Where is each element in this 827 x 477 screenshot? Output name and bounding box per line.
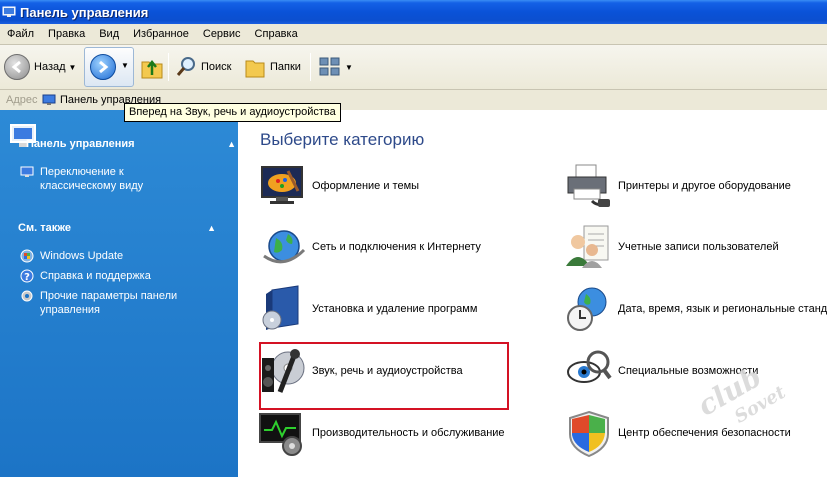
menu-bar: Файл Правка Вид Избранное Сервис Справка <box>0 24 827 45</box>
forward-button[interactable]: ▼ <box>84 47 134 87</box>
folders-icon <box>245 60 265 78</box>
performance-icon <box>259 413 302 456</box>
selection-highlight <box>259 342 509 410</box>
menu-favorites[interactable]: Избранное <box>126 24 196 44</box>
performance-maintenance-label: Производительность и обслуживание <box>312 427 505 439</box>
classic-view-icon <box>20 166 34 177</box>
switch-classic-view-link[interactable]: Переключение к классическому виду <box>20 165 200 193</box>
menu-file[interactable]: Файл <box>0 24 41 44</box>
views-dropdown-icon[interactable]: ▼ <box>345 63 353 72</box>
category-user-accounts[interactable]: Учетные записи пользователей <box>564 220 779 274</box>
folder-up-icon <box>141 59 163 79</box>
appearance-themes-icon <box>261 166 303 204</box>
views-icon <box>319 57 340 76</box>
help-icon: ? <box>20 269 34 283</box>
appearance-themes-label: Оформление и темы <box>312 180 420 192</box>
windows-update-label: Windows Update <box>40 250 124 262</box>
title-bar[interactable]: Панель управления <box>0 0 827 24</box>
svg-text:?: ? <box>24 272 30 283</box>
up-folder-button[interactable] <box>140 49 164 85</box>
back-arrow-icon <box>4 54 30 80</box>
task-pane: Панель управления ▲ Переключение к класс… <box>0 110 238 477</box>
category-network-internet[interactable]: Сеть и подключения к Интернету <box>258 220 481 274</box>
search-button[interactable]: Поиск <box>175 49 231 85</box>
date-time-globe-icon <box>567 287 607 331</box>
accessibility-icon <box>567 350 612 383</box>
control-panel-icon <box>2 6 16 17</box>
search-label: Поиск <box>201 61 232 73</box>
windows-update-link[interactable]: Windows Update <box>20 249 200 263</box>
security-center-label: Центр обеспечения безопасности <box>618 427 791 439</box>
switch-classic-view-label: Переключение к классическому виду <box>40 166 144 192</box>
help-support-label: Справка и поддержка <box>40 270 151 282</box>
back-label: Назад <box>34 61 66 73</box>
software-box-icon <box>262 285 299 330</box>
network-internet-label: Сеть и подключения к Интернету <box>312 241 481 253</box>
control-panel-small-icon <box>42 94 56 105</box>
menu-help[interactable]: Справка <box>248 24 305 44</box>
forward-dropdown-icon[interactable]: ▼ <box>121 61 129 70</box>
date-time-regional-label: Дата, время, язык и региональные стандар… <box>618 303 827 315</box>
collapse-icon[interactable]: ▲ <box>227 139 236 149</box>
windows-update-icon <box>20 249 34 263</box>
page-title: Выберите категорию <box>260 130 425 149</box>
printer-icon <box>567 164 610 207</box>
category-appearance-themes[interactable]: Оформление и темы <box>258 159 419 213</box>
back-dropdown-icon[interactable]: ▼ <box>69 63 77 72</box>
printers-hardware-label: Принтеры и другое оборудование <box>618 180 791 192</box>
views-button[interactable]: ▼ <box>318 49 353 85</box>
menu-edit[interactable]: Правка <box>41 24 92 44</box>
window: Панель управления Файл Правка Вид Избран… <box>0 0 827 477</box>
other-options-label: Прочие параметры панели управления <box>40 290 178 316</box>
see-also-title: См. также <box>18 222 71 234</box>
category-add-remove-programs[interactable]: Установка и удаление программ <box>258 282 477 336</box>
gear-icon <box>21 290 33 302</box>
user-accounts-icon <box>566 225 609 268</box>
menu-tools[interactable]: Сервис <box>196 24 248 44</box>
toolbar: Назад ▼ ▼ Поиск Папки ▼ <box>0 45 827 90</box>
forward-arrow-icon <box>90 54 116 80</box>
collapse-icon[interactable]: ▲ <box>207 223 216 233</box>
menu-view[interactable]: Вид <box>92 24 126 44</box>
sidebar-panel-title: Панель управления <box>26 138 135 150</box>
search-icon <box>176 57 195 76</box>
address-label: Адрес <box>6 94 38 106</box>
category-printers-hardware[interactable]: Принтеры и другое оборудование <box>564 159 791 213</box>
help-support-link[interactable]: ? Справка и поддержка <box>20 269 200 283</box>
category-date-time-regional[interactable]: Дата, время, язык и региональные стандар… <box>564 282 827 336</box>
other-options-link[interactable]: Прочие параметры панели управления <box>20 289 200 317</box>
back-button[interactable]: Назад ▼ <box>4 49 76 85</box>
category-performance-maintenance[interactable]: Производительность и обслуживание <box>258 406 505 460</box>
network-globe-icon <box>263 230 306 264</box>
add-remove-programs-label: Установка и удаление программ <box>312 303 478 315</box>
user-accounts-label: Учетные записи пользователей <box>618 241 779 253</box>
see-also-section-header[interactable]: См. также ▲ <box>18 216 226 240</box>
control-panel-section-header[interactable]: Панель управления ▲ <box>26 132 246 156</box>
window-title: Панель управления <box>20 4 149 20</box>
forward-tooltip: Вперед на Звук, речь и аудиоустройства <box>124 103 341 122</box>
folders-button[interactable]: Папки <box>244 49 301 85</box>
security-shield-icon <box>569 410 609 458</box>
folders-label: Папки <box>270 61 301 73</box>
